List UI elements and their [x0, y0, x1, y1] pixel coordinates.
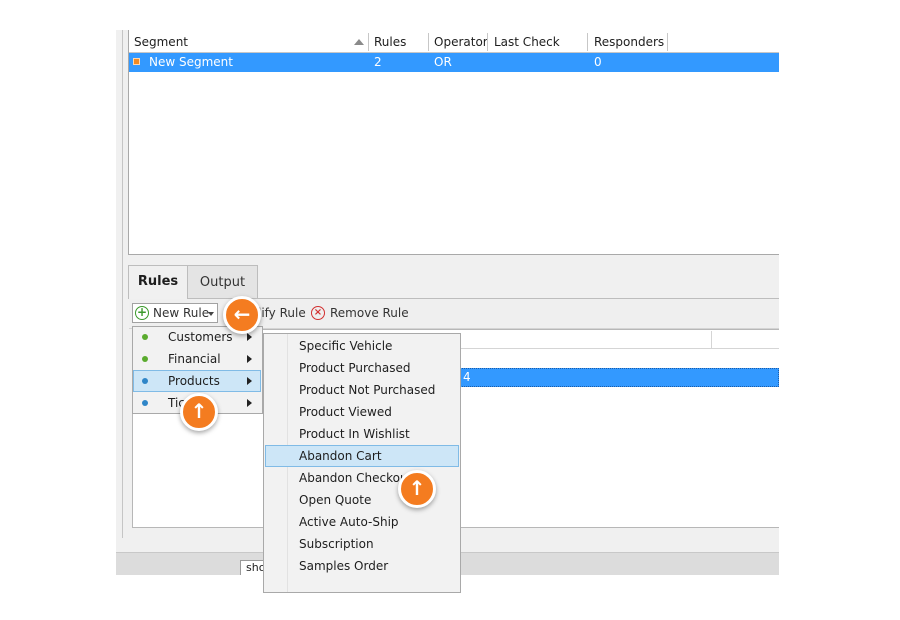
tab-rules[interactable]: Rules — [128, 265, 188, 299]
column-divider[interactable] — [587, 33, 588, 51]
menu-item-label: Product In Wishlist — [299, 427, 410, 441]
menu-item-label: Abandon Checkout — [299, 471, 413, 485]
submenu-arrow-icon — [247, 333, 252, 341]
frame-divider — [122, 30, 123, 538]
menu-item-label: Customers — [168, 330, 233, 344]
submenu-arrow-icon — [247, 399, 252, 407]
column-divider[interactable] — [487, 33, 488, 51]
dropdown-caret-icon[interactable] — [208, 312, 214, 316]
menu-item-label: Financial — [168, 352, 221, 366]
category-dot-icon — [142, 400, 148, 406]
category-dot-icon — [142, 356, 148, 362]
column-header-responders[interactable]: Responders — [594, 32, 664, 52]
column-header-rules[interactable]: Rules — [374, 32, 406, 52]
rules-grid-header — [460, 330, 779, 349]
add-circle-icon: + — [135, 305, 149, 320]
remove-rule-button[interactable]: Remove Rule — [330, 304, 409, 322]
menu-item-label: Specific Vehicle — [299, 339, 393, 353]
modify-rule-button[interactable]: lify Rule — [258, 304, 306, 322]
cell-segment: New Segment — [149, 55, 233, 69]
segment-icon — [133, 58, 140, 65]
left-arrow-marker: ← — [223, 296, 261, 334]
column-header-segment[interactable]: Segment — [134, 32, 188, 52]
column-header-operator[interactable]: Operator — [434, 32, 488, 52]
tab-output[interactable]: Output — [188, 265, 258, 298]
cell-value: 4 — [463, 370, 471, 384]
menu-item-label: Samples Order — [299, 559, 389, 573]
menu-item-label: Products — [168, 374, 220, 388]
column-header-last-check[interactable]: Last Check — [494, 32, 560, 52]
menu-item-label: Product Not Purchased — [299, 383, 436, 397]
menu-item-label: Product Purchased — [299, 361, 411, 375]
menu-item-label: Abandon Cart — [299, 449, 382, 463]
cell-rules: 2 — [374, 55, 382, 69]
submenu-arrow-icon — [247, 355, 252, 363]
cell-responders: 0 — [594, 55, 602, 69]
new-rule-label: New Rule — [153, 306, 210, 320]
table-row-selected[interactable] — [460, 368, 779, 387]
menu-item-label: Open Quote — [299, 493, 372, 507]
up-arrow-marker: ↑ — [398, 470, 436, 508]
sort-ascending-icon — [354, 39, 364, 45]
column-divider[interactable] — [667, 33, 668, 51]
category-dot-icon — [142, 378, 148, 384]
column-divider[interactable] — [428, 33, 429, 51]
menu-item-label: Product Viewed — [299, 405, 392, 419]
menu-item-label: Subscription — [299, 537, 374, 551]
up-arrow-marker: ↑ — [180, 393, 218, 431]
menu-item-label: Active Auto-Ship — [299, 515, 399, 529]
category-dot-icon — [142, 334, 148, 340]
cell-operator: OR — [434, 55, 452, 69]
column-divider[interactable] — [368, 33, 369, 51]
submenu-arrow-icon — [247, 377, 252, 385]
column-divider[interactable] — [711, 331, 712, 348]
remove-circle-icon: × — [311, 306, 325, 320]
